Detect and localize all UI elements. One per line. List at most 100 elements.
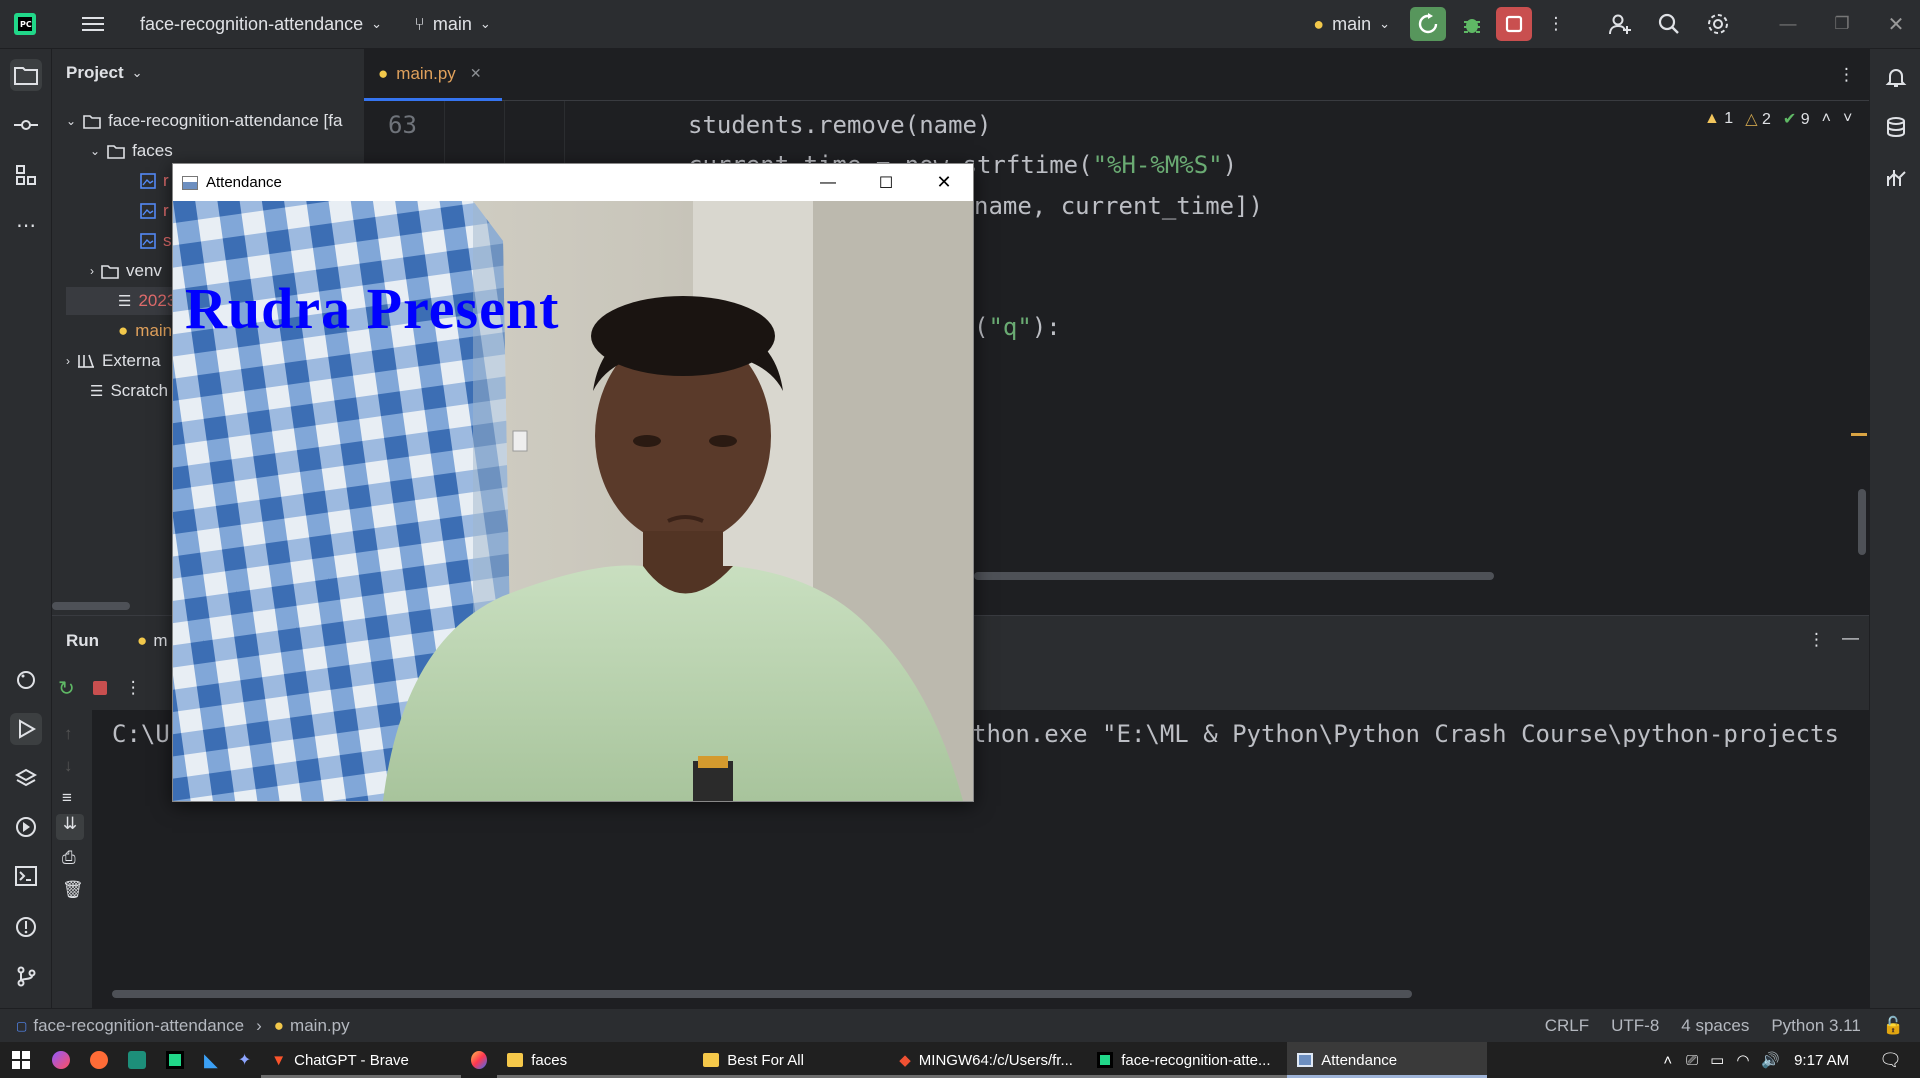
close-window-icon[interactable]: ✕ (1886, 12, 1906, 37)
hide-panel-icon[interactable]: — (1842, 628, 1859, 648)
close-tab-icon[interactable]: ✕ (470, 65, 482, 82)
folder-icon (507, 1053, 524, 1067)
scroll-up-icon[interactable]: ↑ (64, 724, 73, 744)
tree-item-scratches[interactable]: ☰ Scratch (90, 377, 168, 405)
python-interpreter[interactable]: Python 3.11 (1771, 1016, 1860, 1036)
code-line[interactable]: name, current_time]) (974, 192, 1263, 220)
code-line[interactable]: students.remove(name) (688, 111, 991, 139)
file-encoding[interactable]: UTF-8 (1611, 1016, 1659, 1036)
close-window-icon[interactable]: ✕ (915, 172, 973, 193)
scroll-to-end-icon[interactable]: ⇊ (56, 814, 84, 840)
show-hidden-icons-chevron[interactable]: ˄ (1663, 1052, 1672, 1069)
tree-item-faces[interactable]: ⌄ faces (90, 137, 173, 165)
warning-stripe-marker[interactable] (1851, 433, 1867, 436)
action-center-icon[interactable]: 🗨 (1879, 1050, 1902, 1071)
more-tools-icon[interactable]: ⋯ (10, 209, 42, 241)
tree-item-main-py[interactable]: ● main (118, 317, 172, 345)
taskbar-item-faces[interactable]: faces (497, 1042, 694, 1078)
chevron-up-icon[interactable]: ˄ (1822, 110, 1831, 128)
main-menu-icon[interactable] (82, 15, 104, 33)
tree-item-image[interactable]: r (140, 197, 169, 225)
project-tool-icon[interactable] (10, 59, 42, 91)
start-button[interactable] (0, 1042, 42, 1078)
rerun-button[interactable] (1410, 7, 1446, 41)
search-icon[interactable] (1658, 13, 1680, 35)
tree-item-external-libraries[interactable]: › Externa (66, 347, 161, 375)
console-hscrollbar[interactable] (112, 990, 1412, 998)
scroll-down-icon[interactable]: ↓ (64, 756, 73, 776)
more-actions-icon[interactable]: ⋮ (125, 678, 142, 698)
problems-tool-icon[interactable] (10, 911, 42, 943)
run-config-selector[interactable]: ● main ⌄ (1313, 14, 1390, 35)
editor-tab-main-py[interactable]: ● main.py ✕ (364, 49, 502, 101)
branch-selector[interactable]: ⑂ main ⌄ (414, 14, 491, 35)
maximize-window-icon[interactable]: ☐ (857, 173, 915, 193)
sciview-icon[interactable] (1880, 161, 1912, 193)
taskbar-item-brave[interactable]: ▼ ChatGPT - Brave (261, 1042, 462, 1078)
project-selector[interactable]: face-recognition-attendance ⌄ (140, 14, 382, 35)
services-tool-icon[interactable] (10, 811, 42, 843)
attendance-window-titlebar[interactable]: Attendance — ☐ ✕ (173, 164, 973, 201)
clock[interactable]: 9:17 AM (1794, 1052, 1849, 1069)
taskbar-item-pycharm[interactable]: face-recognition-atte... (1087, 1042, 1288, 1078)
rerun-icon[interactable]: ↻ (58, 676, 75, 701)
taskbar-pin-firefox-dev[interactable] (42, 1042, 80, 1078)
taskbar-pin-spyder[interactable]: ✦ (228, 1042, 261, 1078)
taskbar-pin-firefox[interactable] (461, 1042, 497, 1078)
debug-bug-icon[interactable] (1456, 8, 1488, 40)
breadcrumb-file[interactable]: main.py (290, 1016, 350, 1036)
clear-trash-icon[interactable]: 🗑 (62, 880, 84, 900)
breadcrumb-project[interactable]: face-recognition-attendance (33, 1016, 244, 1036)
run-options-icon[interactable]: ⋮ (1808, 630, 1825, 650)
project-panel-hscrollbar[interactable] (52, 602, 130, 610)
taskbar-pin-vscode[interactable]: ◣ (194, 1042, 228, 1078)
attendance-window[interactable]: Attendance — ☐ ✕ Rudra Present (172, 163, 974, 802)
taskbar-item-mingw[interactable]: ◆ MINGW64:/c/Users/fr... (889, 1042, 1088, 1078)
tree-item-root[interactable]: ⌄ face-recognition-attendance [fa (66, 107, 342, 135)
taskbar-pin-app[interactable] (118, 1042, 156, 1078)
run-tab-title[interactable]: Run (66, 631, 99, 651)
more-actions-icon[interactable]: ⋮ (1544, 14, 1568, 34)
run-config-tab[interactable]: ● m (137, 631, 167, 651)
structure-tool-icon[interactable] (10, 159, 42, 191)
taskbar-item-best-for-all[interactable]: Best For All (693, 1042, 890, 1078)
tree-item-venv[interactable]: › venv (90, 257, 162, 285)
lock-icon[interactable]: 🔓 (1883, 1016, 1904, 1036)
run-tool-icon[interactable] (10, 713, 42, 745)
restore-window-icon[interactable]: ❐ (1832, 14, 1852, 34)
stop-button[interactable] (1496, 7, 1532, 41)
indent-setting[interactable]: 4 spaces (1681, 1016, 1749, 1036)
commit-tool-icon[interactable] (10, 109, 42, 141)
python-packages-icon[interactable] (10, 664, 42, 696)
soft-wrap-icon[interactable]: ≡ (62, 788, 72, 808)
database-icon[interactable] (1880, 111, 1912, 143)
minimize-window-icon[interactable]: — (1778, 14, 1798, 34)
taskbar-pin-pycharm[interactable] (156, 1042, 194, 1078)
tree-item-image[interactable]: s (140, 227, 172, 255)
volume-icon[interactable]: 🔊 (1761, 1051, 1780, 1069)
battery-icon[interactable]: ▭ (1710, 1051, 1724, 1069)
taskbar-pin-postman[interactable] (80, 1042, 118, 1078)
stop-icon[interactable] (92, 681, 107, 695)
editor-vscrollbar[interactable] (1858, 489, 1866, 555)
settings-gear-icon[interactable] (1706, 12, 1730, 36)
print-icon[interactable]: ⎙ (62, 848, 76, 868)
tree-item-image[interactable]: r (140, 167, 169, 195)
meet-now-icon[interactable]: ⎚ (1686, 1052, 1698, 1069)
terminal-tool-icon[interactable] (10, 860, 42, 892)
minimize-window-icon[interactable]: — (799, 174, 857, 192)
editor-hscrollbar[interactable] (974, 572, 1494, 580)
inspection-widget[interactable]: ▲ 1 △ 2 ✔ 9 ˄ ˅ (1704, 109, 1852, 129)
wifi-icon[interactable]: ◠ (1736, 1051, 1749, 1069)
git-tool-icon[interactable] (10, 960, 42, 992)
pycharm-logo-icon[interactable]: PC (12, 11, 38, 37)
chevron-down-icon[interactable]: ˅ (1843, 110, 1852, 128)
code-with-me-icon[interactable] (1608, 12, 1632, 36)
project-panel-header[interactable]: Project ⌄ (66, 63, 143, 83)
editor-options-icon[interactable]: ⋮ (1838, 65, 1855, 85)
notifications-bell-icon[interactable] (1880, 61, 1912, 93)
code-line[interactable]: ("q"): (974, 313, 1061, 341)
line-separator[interactable]: CRLF (1545, 1016, 1589, 1036)
taskbar-item-attendance[interactable]: Attendance (1287, 1042, 1488, 1078)
layers-tool-icon[interactable] (10, 762, 42, 794)
